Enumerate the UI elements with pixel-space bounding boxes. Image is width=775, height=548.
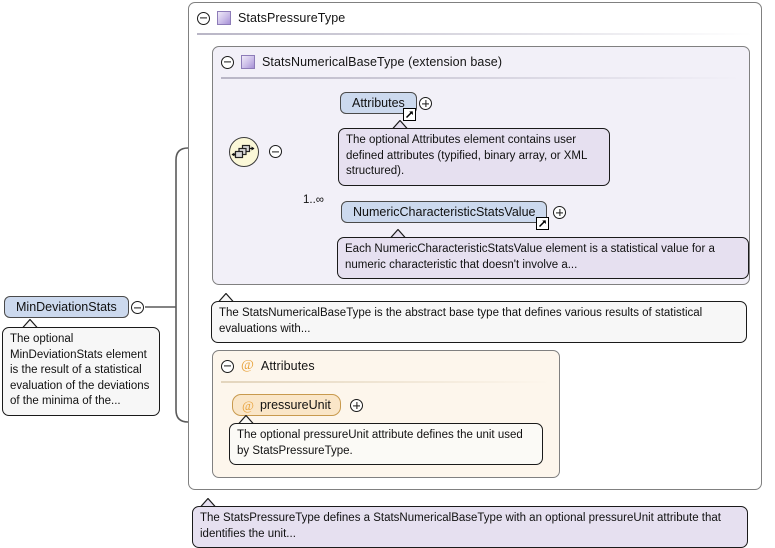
attributes-section-label: Attributes xyxy=(260,359,315,373)
plus-circle-icon-numeric-characteristic-stats-value[interactable] xyxy=(553,206,566,219)
complex-type-icon xyxy=(217,11,231,25)
element-label-min-deviation-stats: MinDeviationStats xyxy=(16,300,117,314)
annotation-numeric-characteristic-stats-value: Each NumericCharacteristicStatsValue ele… xyxy=(337,237,749,279)
type-label-stats-pressure-type: StatsPressureType xyxy=(238,11,346,25)
type-header-stats-numerical-base-type: StatsNumericalBaseType (extension base) xyxy=(213,47,749,77)
plus-circle-icon-pressure-unit[interactable] xyxy=(350,399,363,412)
minus-circle-icon-sequence[interactable] xyxy=(269,145,282,158)
header-divider xyxy=(197,33,753,35)
at-sign-icon: @ xyxy=(242,397,254,413)
annotation-attributes: The optional Attributes element contains… xyxy=(338,128,610,186)
element-node-numeric-characteristic-stats-value[interactable]: NumericCharacteristicStatsValue xyxy=(341,201,548,223)
attribute-node-pressure-unit[interactable]: @ pressureUnit xyxy=(232,394,341,416)
type-header-stats-pressure-type: StatsPressureType xyxy=(189,3,761,33)
annotation-stats-numerical-base-type: The StatsNumericalBaseType is the abstra… xyxy=(211,301,747,343)
sequence-compositor-icon[interactable] xyxy=(229,137,259,167)
element-node-min-deviation-stats[interactable]: MinDeviationStats xyxy=(4,296,129,318)
minus-circle-icon[interactable] xyxy=(221,359,234,373)
minus-circle-icon-min-deviation-stats[interactable] xyxy=(131,301,144,314)
annotation-min-deviation-stats: The optional MinDeviationStats element i… xyxy=(2,327,160,416)
attributes-header: @ Attributes xyxy=(213,351,559,381)
element-label-attributes: Attributes xyxy=(352,96,405,110)
reference-arrow-icon[interactable] xyxy=(536,217,549,230)
attribute-label-pressure-unit: pressureUnit xyxy=(259,398,331,412)
at-sign-icon: @ xyxy=(241,358,254,373)
minus-circle-icon[interactable] xyxy=(221,55,234,69)
annotation-pressure-unit: The optional pressureUnit attribute defi… xyxy=(229,423,543,465)
minus-circle-icon[interactable] xyxy=(197,11,210,25)
header-divider xyxy=(221,77,741,79)
plus-circle-icon-attributes[interactable] xyxy=(419,97,432,110)
complex-type-icon xyxy=(241,55,255,69)
schema-diagram-canvas: StatsPressureType StatsNumericalBaseType… xyxy=(0,0,775,548)
element-label-numeric-characteristic-stats-value: NumericCharacteristicStatsValue xyxy=(353,205,536,219)
type-label-stats-numerical-base-type: StatsNumericalBaseType (extension base) xyxy=(262,55,503,69)
cardinality-label-numeric-characteristic-stats-value: 1..∞ xyxy=(303,194,324,206)
header-divider xyxy=(221,381,551,383)
